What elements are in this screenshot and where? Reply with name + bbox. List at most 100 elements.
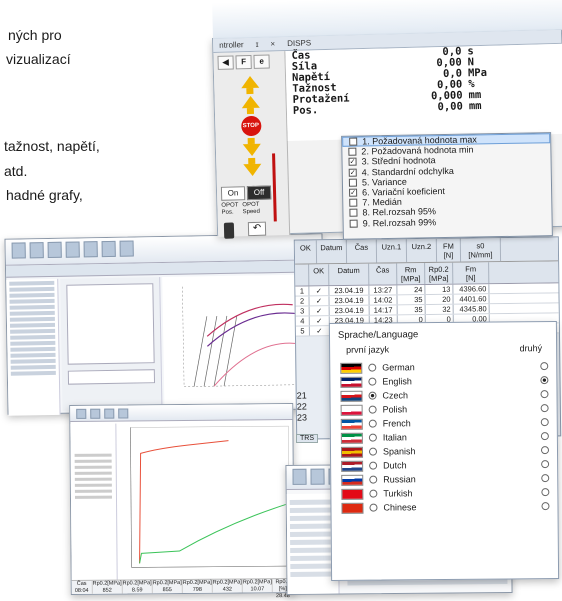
checkbox[interactable]: ✓ <box>348 158 357 167</box>
primary-language-radio[interactable] <box>369 503 378 512</box>
primary-language-radio[interactable] <box>368 391 377 400</box>
e-button[interactable]: e <box>253 54 270 69</box>
secondary-language-radio[interactable] <box>540 390 549 399</box>
column-header[interactable]: Uzn.1 <box>376 239 408 263</box>
toolbar-icon[interactable] <box>292 468 307 485</box>
toolbar-icon[interactable] <box>11 242 26 259</box>
close-icon[interactable]: × <box>264 37 281 50</box>
secondary-language-radio[interactable] <box>541 460 550 469</box>
table-cell: ✓ <box>309 326 330 336</box>
primary-language-radio[interactable] <box>368 433 377 442</box>
primary-language-radio[interactable] <box>369 461 378 470</box>
table-cell: ✓ <box>309 286 330 296</box>
toolbar-icon[interactable] <box>104 408 115 419</box>
footer-cell: Rp0.2[MPa] 10.07 <box>242 579 273 593</box>
column-header[interactable]: s0 [N/mm] <box>460 238 502 262</box>
toolbar-icon[interactable] <box>118 408 129 419</box>
on-button[interactable]: On <box>220 186 246 201</box>
undo-icon[interactable]: ↶ <box>247 221 267 237</box>
off-button[interactable]: Off <box>246 185 272 201</box>
language-name: Russian <box>383 474 416 485</box>
toolbar-icon[interactable] <box>310 468 325 485</box>
primary-language-radio[interactable] <box>369 475 378 484</box>
column-header[interactable]: Rm [MPa] <box>397 263 426 285</box>
column-header[interactable]: Rp0.2 [MPa] <box>425 262 454 285</box>
secondary-language-radio[interactable] <box>541 474 550 483</box>
footer-value: 08:04 <box>74 587 89 594</box>
column-header[interactable]: Uzn.2 <box>406 238 438 263</box>
statistic-label: 7. Medián <box>362 197 402 208</box>
table-cell: 5 <box>295 326 310 336</box>
checkbox[interactable] <box>348 178 357 187</box>
secondary-language-radio[interactable] <box>541 488 550 497</box>
language-name: Italian <box>382 432 407 443</box>
stop-icon[interactable]: STOP <box>240 115 262 137</box>
language-option[interactable]: Chinese <box>331 499 557 515</box>
secondary-language-radio[interactable] <box>540 432 549 441</box>
tab-disps[interactable]: DISPS <box>281 36 317 50</box>
toolbar-icon[interactable] <box>47 241 62 259</box>
flag-icon <box>341 488 364 500</box>
toolbar-icon[interactable] <box>83 241 98 258</box>
secondary-language-radio[interactable] <box>540 362 549 371</box>
tab-trs[interactable]: TRS <box>296 434 318 443</box>
opot-pos-button[interactable]: OPOT Pos. <box>221 202 238 216</box>
traffic-light-icon[interactable] <box>223 222 235 239</box>
column-header[interactable]: Čas <box>369 263 398 285</box>
flag-icon <box>340 376 363 388</box>
flag-icon <box>341 474 364 486</box>
pin-icon[interactable]: ɪ <box>249 38 264 51</box>
primary-language-radio[interactable] <box>369 489 378 498</box>
secondary-language-radio[interactable] <box>541 502 550 511</box>
bg-text-line-1: ných pro <box>8 27 62 43</box>
column-header[interactable]: OK <box>294 240 318 264</box>
flag-icon <box>341 460 364 472</box>
toolbar-icon[interactable] <box>65 241 80 258</box>
opot-speed-button[interactable]: OPOT Speed <box>242 202 260 216</box>
primary-language-radio[interactable] <box>368 405 377 414</box>
primary-language-radio[interactable] <box>368 419 377 428</box>
checkbox[interactable] <box>349 208 358 218</box>
checkbox[interactable]: ✓ <box>349 188 358 197</box>
toolbar-icon[interactable] <box>90 408 101 419</box>
tab-controller[interactable]: ntroller <box>213 38 250 52</box>
toolbar-icon[interactable] <box>29 242 44 259</box>
toolbar-icon[interactable] <box>101 240 116 258</box>
toolbar-icon[interactable] <box>119 240 134 257</box>
left-button[interactable]: ◀ <box>217 55 234 70</box>
secondary-language-radio[interactable] <box>540 404 549 413</box>
language-name: Czech <box>382 390 409 401</box>
bg-text-line-2: vizualizací <box>6 51 71 67</box>
up-icon[interactable] <box>215 95 286 115</box>
column-header[interactable]: FM [N] <box>436 238 462 262</box>
language-name: Turkish <box>383 488 413 499</box>
checkbox[interactable] <box>349 198 358 207</box>
column-header[interactable]: Fm [N] <box>453 262 490 284</box>
checkbox[interactable] <box>349 137 358 146</box>
f-button[interactable]: F <box>235 54 252 70</box>
secondary-language-radio[interactable] <box>540 418 549 427</box>
footer-value: 852 <box>102 587 112 594</box>
column-header[interactable]: Datum <box>316 239 348 264</box>
settings-panel <box>60 277 163 411</box>
primary-language-radio[interactable] <box>368 377 377 386</box>
checkbox[interactable] <box>349 219 358 228</box>
column-header[interactable] <box>295 264 310 286</box>
column-header[interactable]: OK <box>309 264 330 286</box>
fast-down-icon[interactable] <box>216 157 287 177</box>
secondary-language-radio[interactable] <box>540 376 549 385</box>
primary-language-radio[interactable] <box>368 447 378 456</box>
secondary-language-radio[interactable] <box>540 446 550 455</box>
column-header[interactable]: Čas <box>346 239 378 263</box>
checkbox[interactable] <box>348 147 357 156</box>
series-list[interactable] <box>70 423 118 582</box>
software-window-chart: Čas 08:04 Rp0.2[MPa] 852 Rp0.2[MPa] 8.59 Rp0.2… <box>69 403 295 599</box>
navigation-tree[interactable] <box>6 278 61 416</box>
checkbox[interactable]: ✓ <box>348 168 357 177</box>
table-cell: 24 <box>397 285 426 295</box>
toolbar-icon[interactable] <box>76 408 87 419</box>
down-icon[interactable] <box>216 137 287 157</box>
column-header[interactable]: Datum <box>329 263 370 286</box>
fast-up-icon[interactable] <box>214 75 285 95</box>
primary-language-radio[interactable] <box>368 363 377 372</box>
